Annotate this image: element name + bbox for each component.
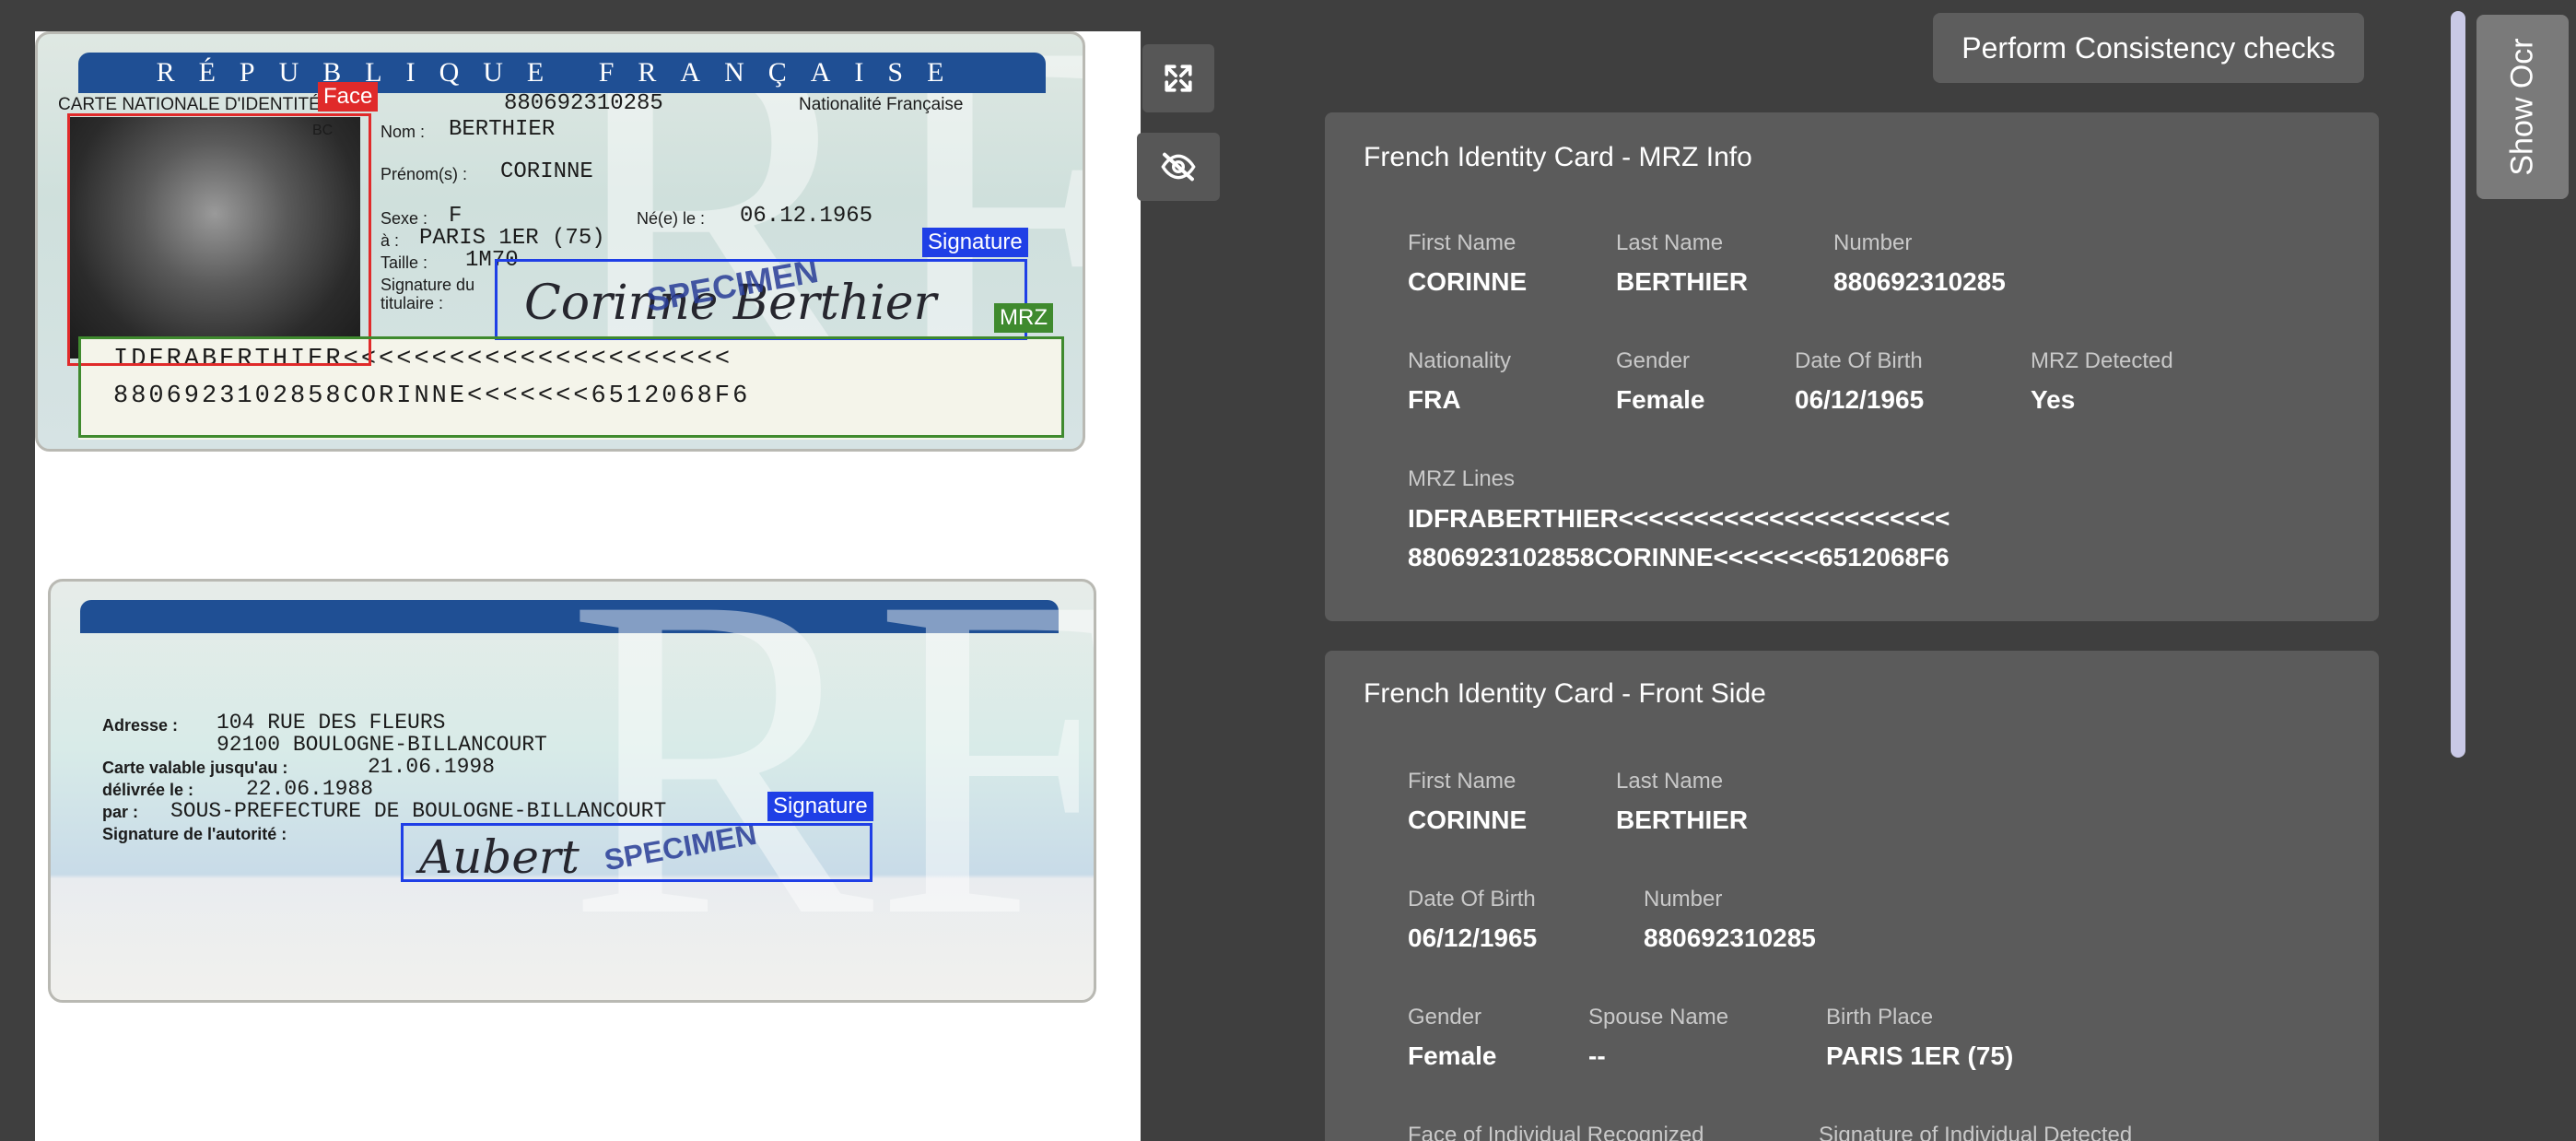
field-label: Number	[1833, 230, 1913, 255]
field-value: BERTHIER	[1616, 806, 1749, 834]
field-label: Gender	[1616, 348, 1691, 373]
mrz-info-panel: French Identity Card - MRZ Info First Na…	[1325, 112, 2379, 621]
mrz-first-name-field: First Name CORINNE	[1408, 230, 1527, 297]
mrz-line-2: 8806923102858CORINNE<<<<<<<6512068F6	[1408, 543, 1950, 571]
card-header-banner: RÉPUBLIQUE FRANÇAISE	[78, 53, 1046, 93]
face-detection-box[interactable]	[67, 113, 371, 366]
field-label: Date Of Birth	[1795, 348, 1923, 373]
adresse-line-1: 104 RUE DES FLEURS	[217, 711, 446, 735]
mrz-gender-field: Gender Female	[1616, 348, 1705, 415]
a-label: à :	[381, 231, 400, 250]
sexe-value: F	[449, 204, 463, 229]
prenom-label: Prénom(s) :	[381, 165, 468, 183]
face-detection-tag: Face	[318, 82, 379, 112]
valable-value: 21.06.1998	[368, 755, 496, 779]
card-number-value: 880692310285	[504, 91, 663, 116]
prenom-value: CORINNE	[500, 159, 593, 184]
field-value: Female	[1408, 1041, 1497, 1070]
authority-signature-label: Signature de l'autorité :	[102, 825, 287, 843]
field-value: 880692310285	[1644, 923, 1816, 952]
vertical-scrollbar[interactable]	[2451, 11, 2465, 758]
field-value: CORINNE	[1408, 267, 1528, 296]
id-card-back-image: RF Adresse : 104 RUE DES FLEURS 92100 BO…	[48, 579, 1096, 1003]
front-first-name-field: First Name CORINNE	[1408, 769, 1527, 835]
field-label: Gender	[1408, 1005, 1482, 1029]
signature-label: Signature du titulaire :	[381, 276, 475, 312]
birthplace-value: PARIS 1ER (75)	[419, 226, 605, 251]
mrz-number-field: Number 880692310285	[1833, 230, 2006, 297]
par-label: par :	[102, 803, 139, 821]
field-label: Number	[1644, 887, 1723, 912]
field-label: Birth Place	[1826, 1005, 1934, 1029]
signature-detection-box[interactable]	[495, 259, 1027, 340]
front-side-panel: French Identity Card - Front Side First …	[1325, 651, 2379, 1141]
nee-label: Né(e) le :	[637, 209, 706, 228]
mrz-detection-tag: MRZ	[994, 303, 1053, 333]
field-label: Date Of Birth	[1408, 887, 1536, 912]
field-value: 880692310285	[1833, 267, 2006, 296]
toggle-detections-button[interactable]	[1137, 133, 1220, 201]
front-dob-field: Date Of Birth 06/12/1965	[1408, 887, 1537, 953]
field-label: First Name	[1408, 769, 1516, 794]
field-value: PARIS 1ER (75)	[1826, 1041, 2014, 1070]
mrz-lines-field: MRZ Lines IDFRABERTHIER<<<<<<<<<<<<<<<<<…	[1408, 466, 1950, 577]
field-value: 06/12/1965	[1408, 923, 1538, 952]
expand-arrows-icon	[1165, 65, 1192, 92]
delivree-label: délivrée le :	[102, 781, 194, 799]
show-ocr-label: Show Ocr	[2504, 38, 2540, 176]
field-value: Female	[1616, 385, 1705, 414]
card-number-label: CARTE NATIONALE D'IDENTITÉ N° :	[58, 95, 355, 114]
rf-watermark-back: RF	[567, 579, 1096, 1003]
par-value: SOUS-PREFECTURE DE BOULOGNE-BILLANCOURT	[170, 799, 667, 823]
nee-value: 06.12.1965	[740, 204, 873, 229]
field-label: Last Name	[1616, 769, 1724, 794]
id-card-front-image: RF RÉPUBLIQUE FRANÇAISE CARTE NATIONALE …	[35, 31, 1085, 452]
taille-label: Taille :	[381, 253, 428, 272]
front-panel-title: French Identity Card - Front Side	[1364, 678, 1766, 709]
authority-signature-detection-box[interactable]	[401, 823, 872, 882]
authority-signature-detection-tag: Signature	[767, 792, 873, 821]
front-spouse-field: Spouse Name --	[1588, 1005, 1728, 1071]
field-value: CORINNE	[1408, 806, 1528, 834]
mrz-detected-field: MRZ Detected Yes	[2031, 348, 2173, 415]
mrz-panel-title: French Identity Card - MRZ Info	[1364, 142, 1752, 172]
fullscreen-button[interactable]	[1142, 44, 1214, 112]
mrz-last-name-field: Last Name BERTHIER	[1616, 230, 1748, 297]
front-last-name-field: Last Name BERTHIER	[1616, 769, 1748, 835]
field-value: 06/12/1965	[1795, 385, 1925, 414]
mrz-nationality-field: Nationality FRA	[1408, 348, 1511, 415]
field-label: Face of Individual Recognized	[1408, 1123, 1704, 1141]
mrz-detection-box[interactable]	[78, 336, 1064, 438]
nom-value: BERTHIER	[449, 117, 556, 142]
adresse-line-2: 92100 BOULOGNE-BILLANCOURT	[217, 733, 547, 757]
field-label: MRZ Detected	[2031, 348, 2173, 373]
field-value: BERTHIER	[1616, 267, 1749, 296]
front-signature-detected-field: Signature of Individual Detected	[1819, 1123, 2132, 1141]
show-ocr-button[interactable]: Show Ocr	[2476, 15, 2569, 199]
field-label: Nationality	[1408, 348, 1512, 373]
mrz-line-1: IDFRABERTHIER<<<<<<<<<<<<<<<<<<<<<<	[1408, 504, 1950, 533]
front-gender-field: Gender Female	[1408, 1005, 1497, 1071]
delivree-value: 22.06.1988	[246, 777, 374, 801]
field-label: First Name	[1408, 230, 1516, 255]
field-label: Signature of Individual Detected	[1819, 1123, 2133, 1141]
front-birthplace-field: Birth Place PARIS 1ER (75)	[1826, 1005, 2013, 1071]
field-value: --	[1588, 1041, 1606, 1070]
field-label: Spouse Name	[1588, 1005, 1729, 1029]
card-nationality: Nationalité Française	[799, 95, 964, 114]
mrz-dob-field: Date Of Birth 06/12/1965	[1795, 348, 1924, 415]
field-label: MRZ Lines	[1408, 466, 1516, 491]
front-number-field: Number 880692310285	[1644, 887, 1816, 953]
perform-consistency-checks-button[interactable]: Perform Consistency checks	[1933, 13, 2364, 83]
eye-slash-icon	[1161, 152, 1196, 182]
field-value: FRA	[1408, 385, 1461, 414]
nom-label: Nom :	[381, 123, 426, 141]
valable-label: Carte valable jusqu'au :	[102, 759, 288, 777]
front-face-recognized-field: Face of Individual Recognized	[1408, 1123, 1704, 1141]
signature-detection-tag: Signature	[922, 228, 1028, 257]
field-value: Yes	[2031, 385, 2076, 414]
document-viewer: RF RÉPUBLIQUE FRANÇAISE CARTE NATIONALE …	[35, 31, 1141, 1141]
adresse-label: Adresse :	[102, 716, 179, 735]
field-label: Last Name	[1616, 230, 1724, 255]
